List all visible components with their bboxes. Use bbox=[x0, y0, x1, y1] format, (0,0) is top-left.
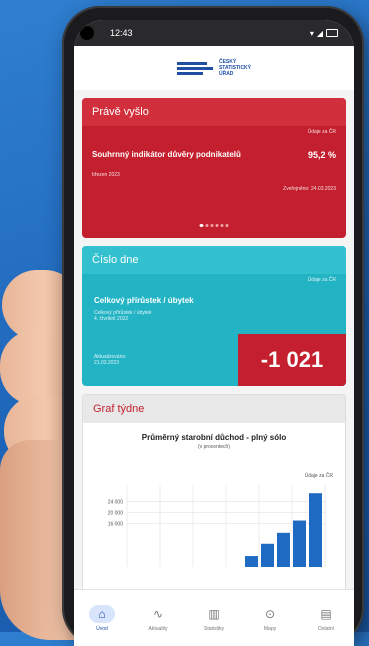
nav-item-ostatní[interactable]: ▤ Ostatní bbox=[302, 605, 350, 632]
nav-item-statistiky[interactable]: ▥ Statistiky bbox=[190, 605, 238, 632]
nav-item-úvod[interactable]: ⌂ Úvod bbox=[78, 604, 126, 632]
chart-subtitle: (v procentech) bbox=[198, 444, 230, 450]
carousel-dot[interactable] bbox=[199, 224, 204, 227]
nav-item-aktuality[interactable]: ∿ Aktuality bbox=[134, 605, 182, 632]
period-label: březen 2023 bbox=[92, 172, 120, 178]
bar-2 bbox=[261, 543, 274, 567]
bar-chart: 24 000 20 000 16 000 bbox=[108, 485, 326, 567]
number-value: -1 021 bbox=[238, 334, 346, 386]
carousel-dot[interactable] bbox=[215, 224, 219, 227]
nav-label: Úvod bbox=[96, 625, 108, 632]
logo-icon bbox=[176, 61, 213, 75]
source-label: Údaje za ČR bbox=[304, 473, 333, 479]
status-icons: ▾ ◢ bbox=[310, 29, 338, 38]
nav-item-mapy[interactable]: ⊙ Mapy bbox=[246, 605, 294, 632]
number-of-day-card[interactable]: Číslo dne Údaje za ČR Celkový přírůstek … bbox=[82, 246, 346, 386]
battery-icon bbox=[326, 29, 338, 37]
carousel-dot[interactable] bbox=[220, 224, 224, 227]
front-camera bbox=[80, 26, 94, 40]
updated-date: 21.03.2023 bbox=[94, 360, 120, 366]
nav-label: Statistiky bbox=[203, 625, 224, 632]
app-screen: 12:43 ▾ ◢ ČESKÝ STATISTICKÝ ÚŘAD Právě v… bbox=[74, 20, 354, 646]
nav-label: Mapy bbox=[263, 625, 277, 632]
y-tick-label: 20 000 bbox=[108, 510, 124, 516]
nav-label: Ostatní bbox=[317, 625, 335, 632]
indicator-value: 95,2 % bbox=[307, 150, 336, 160]
bar-1 bbox=[245, 556, 258, 567]
bar-4 bbox=[293, 520, 306, 567]
carousel-dot[interactable] bbox=[205, 224, 209, 227]
carousel-dots[interactable] bbox=[199, 224, 229, 227]
y-tick-label: 24 000 bbox=[108, 499, 124, 505]
menu-icon: ▤ bbox=[320, 606, 332, 621]
chart-of-week-card[interactable]: Graf týdne Průměrný starobní důchod - pl… bbox=[82, 394, 346, 616]
signal-icon: ◢ bbox=[316, 28, 323, 38]
carousel-dot[interactable] bbox=[225, 224, 229, 227]
y-tick-label: 16 000 bbox=[108, 521, 124, 527]
home-icon: ⌂ bbox=[89, 604, 115, 623]
source-label: Údaje za ČR bbox=[307, 129, 336, 135]
card-header: Právě vyšlo bbox=[82, 98, 346, 126]
source-label: Údaje za ČR bbox=[307, 277, 336, 283]
card-header: Číslo dne bbox=[82, 246, 346, 274]
card-header: Graf týdne bbox=[83, 395, 345, 423]
bar-5 bbox=[309, 493, 322, 567]
logo-text: ČESKÝ STATISTICKÝ ÚŘAD bbox=[218, 59, 252, 77]
bar-3 bbox=[277, 532, 290, 567]
status-time: 12:43 bbox=[110, 28, 133, 38]
app-header: ČESKÝ STATISTICKÝ ÚŘAD bbox=[74, 46, 354, 90]
nav-label: Aktuality bbox=[148, 625, 168, 632]
number-period: 4. čtvrtletí 2022 bbox=[94, 316, 129, 322]
number-title: Celkový přírůstek / úbytek bbox=[94, 296, 194, 305]
status-bar: 12:43 ▾ ◢ bbox=[74, 20, 354, 46]
chart-icon: ▥ bbox=[208, 606, 220, 621]
indicator-title: Souhrnný indikátor důvěry podnikatelů bbox=[92, 150, 241, 159]
chart-title: Průměrný starobní důchod - plný sólo bbox=[141, 433, 287, 442]
location-icon: ⊙ bbox=[264, 606, 276, 621]
wifi-icon: ▾ bbox=[309, 28, 314, 38]
latest-release-card[interactable]: Právě vyšlo Údaje za ČR Souhrnný indikát… bbox=[82, 98, 346, 238]
carousel-dot[interactable] bbox=[210, 224, 214, 227]
rss-icon: ∿ bbox=[152, 606, 164, 621]
bottom-navigation: ⌂ Úvod ∿ Aktuality ▥ Statistiky ⊙ Mapy ▤ Ostatní bbox=[74, 589, 354, 646]
published-date: Zveřejněno: 24.03.2023 bbox=[283, 186, 336, 192]
phone-frame: 12:43 ▾ ◢ ČESKÝ STATISTICKÝ ÚŘAD Právě v… bbox=[62, 6, 364, 646]
